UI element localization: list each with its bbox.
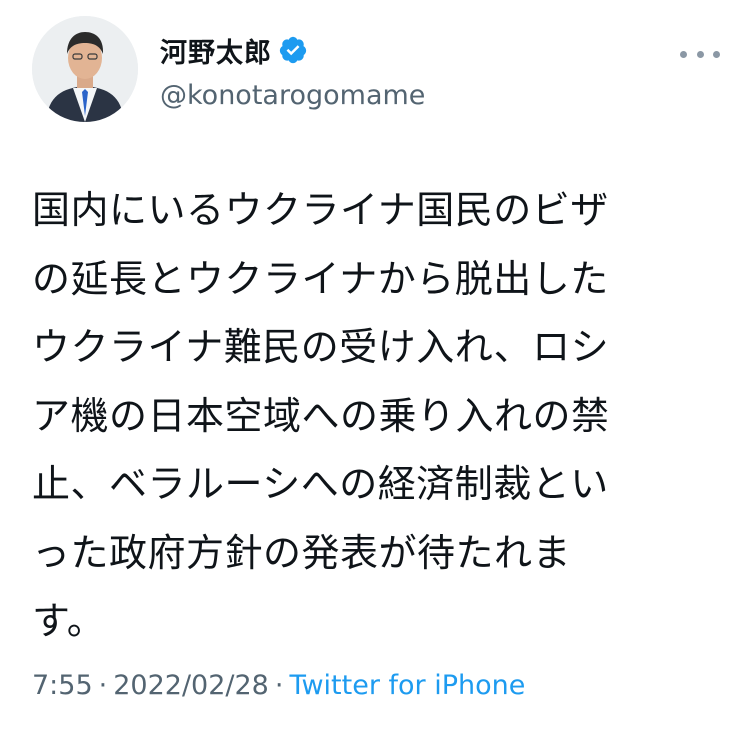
tweet-text: 国内にいるウクライナ国民のビザ の延長とウクライナから脱出した ウクライナ難民の… bbox=[32, 188, 610, 643]
display-name[interactable]: 河野太郎 bbox=[160, 31, 272, 70]
avatar[interactable] bbox=[32, 16, 138, 122]
user-handle[interactable]: @konotarogomame bbox=[160, 80, 425, 111]
tweet-meta: 7:55 · 2022/02/28 · Twitter for iPhone bbox=[32, 670, 525, 701]
user-names: 河野太郎 @konotarogomame bbox=[160, 30, 425, 111]
tweet-date[interactable]: 2022/02/28 bbox=[113, 670, 269, 701]
more-dots-icon[interactable] bbox=[680, 44, 720, 64]
dot bbox=[713, 50, 720, 58]
tweet-card: 河野太郎 @konotarogomame 国内にいるウクライナ国民のビザ の延長… bbox=[0, 0, 750, 729]
tweet-time[interactable]: 7:55 bbox=[32, 670, 93, 701]
avatar-photo-icon bbox=[32, 16, 138, 122]
dot bbox=[696, 50, 704, 58]
separator: · bbox=[274, 670, 284, 701]
verified-badge-icon bbox=[278, 35, 308, 65]
tweet-header: 河野太郎 @konotarogomame bbox=[30, 16, 720, 126]
dot bbox=[680, 50, 687, 58]
display-name-row: 河野太郎 bbox=[160, 30, 425, 70]
tweet-source[interactable]: Twitter for iPhone bbox=[289, 670, 525, 701]
separator: · bbox=[98, 670, 108, 701]
